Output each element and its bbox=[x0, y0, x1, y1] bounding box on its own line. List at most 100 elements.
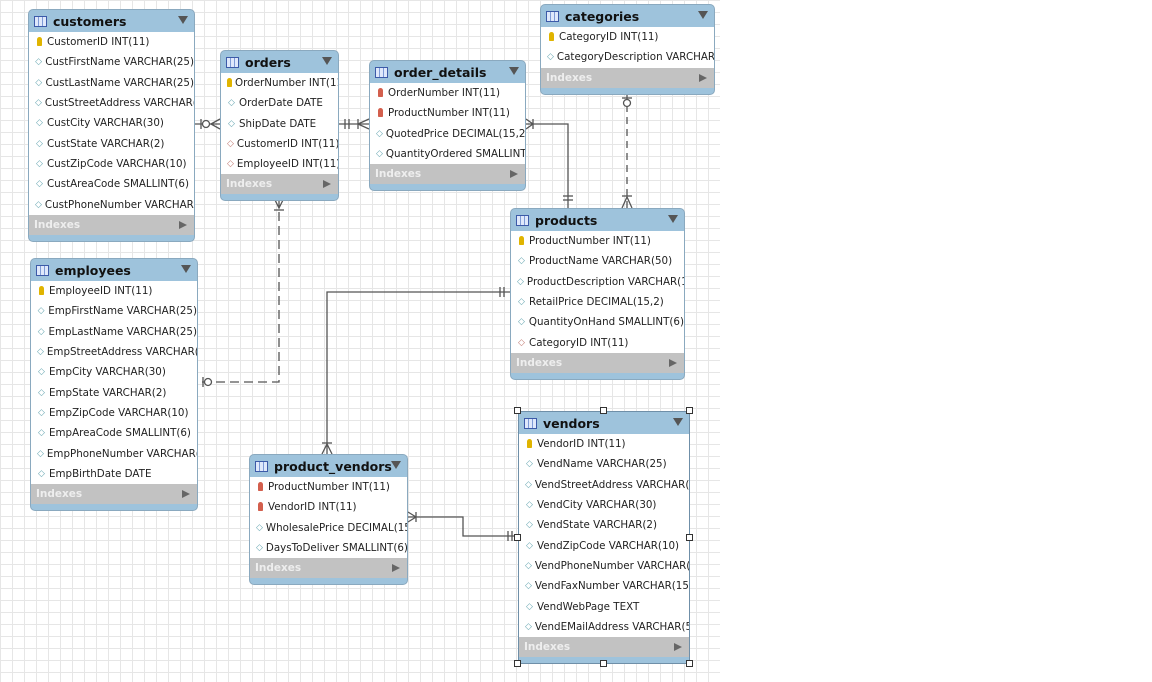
column-row[interactable]: ◇ CustCity VARCHAR(30) bbox=[29, 113, 194, 133]
collapse-arrow-icon[interactable] bbox=[178, 16, 188, 24]
relationship-order-details-products[interactable] bbox=[525, 118, 573, 208]
column-row[interactable]: ◇ EmpZipCode VARCHAR(10) bbox=[31, 403, 197, 423]
column-row[interactable]: ◇ OrderDate DATE bbox=[221, 93, 338, 113]
column-row[interactable]: ◇ CustAreaCode SMALLINT(6) bbox=[29, 174, 194, 194]
expand-arrow-icon[interactable] bbox=[674, 642, 682, 651]
indexes-section[interactable]: Indexes bbox=[31, 483, 197, 504]
column-row[interactable]: ◇ QuantityOnHand SMALLINT(6) bbox=[511, 312, 684, 332]
resize-handle[interactable] bbox=[686, 533, 693, 541]
collapse-arrow-icon[interactable] bbox=[668, 215, 678, 223]
table-header[interactable]: vendors bbox=[519, 412, 689, 434]
column-row[interactable]: ProductNumber INT(11) bbox=[511, 231, 684, 251]
column-row[interactable]: ◇ VendStreetAddress VARCHAR(50) bbox=[519, 475, 689, 495]
collapse-arrow-icon[interactable] bbox=[181, 265, 191, 273]
collapse-arrow-icon[interactable] bbox=[509, 67, 519, 75]
table-header[interactable]: categories bbox=[541, 5, 714, 27]
column-row[interactable]: ◇ EmpLastName VARCHAR(25) bbox=[31, 322, 197, 342]
table-products[interactable]: products ProductNumber INT(11) ◇ Product… bbox=[510, 208, 685, 380]
column-row[interactable]: ◇ QuotedPrice DECIMAL(15,2) bbox=[370, 124, 525, 144]
table-header[interactable]: customers bbox=[29, 10, 194, 32]
column-row[interactable]: ◇ VendEMailAddress VARCHAR(50) bbox=[519, 617, 689, 637]
column-row[interactable]: ◇ QuantityOrdered SMALLINT(6) bbox=[370, 144, 525, 164]
column-row[interactable]: ◇ EmployeeID INT(11) bbox=[221, 154, 338, 174]
column-row[interactable]: ◇ VendFaxNumber VARCHAR(15) bbox=[519, 576, 689, 596]
resize-handle[interactable] bbox=[600, 407, 607, 414]
relationship-customers-orders[interactable] bbox=[195, 118, 221, 130]
indexes-section[interactable]: Indexes bbox=[370, 164, 525, 185]
column-row[interactable]: ◇ CategoryDescription VARCHAR(75) bbox=[541, 47, 714, 67]
column-row[interactable]: ◇ CustZipCode VARCHAR(10) bbox=[29, 154, 194, 174]
column-row[interactable]: ◇ ProductName VARCHAR(50) bbox=[511, 251, 684, 271]
relationship-products-product-vendors[interactable] bbox=[321, 287, 510, 455]
indexes-section[interactable]: Indexes bbox=[541, 67, 714, 88]
column-row[interactable]: ◇ EmpPhoneNumber VARCHAR(8) bbox=[31, 443, 197, 463]
column-row[interactable]: VendorID INT(11) bbox=[250, 497, 407, 517]
relationship-employees-orders[interactable] bbox=[198, 197, 285, 387]
table-orders[interactable]: orders OrderNumber INT(11) ◇ OrderDate D… bbox=[220, 50, 339, 202]
column-row[interactable]: ◇ EmpFirstName VARCHAR(25) bbox=[31, 301, 197, 321]
column-row[interactable]: ◇ ShipDate DATE bbox=[221, 114, 338, 134]
table-header[interactable]: products bbox=[511, 209, 684, 231]
relationship-orders-order-details[interactable] bbox=[339, 118, 370, 130]
column-row[interactable]: ◇ DaysToDeliver SMALLINT(6) bbox=[250, 538, 407, 558]
column-row[interactable]: ◇ ProductDescription VARCHAR(100) bbox=[511, 272, 684, 292]
relationship-categories-products[interactable] bbox=[621, 93, 633, 209]
column-row[interactable]: OrderNumber INT(11) bbox=[370, 83, 525, 103]
column-row[interactable]: ◇ EmpCity VARCHAR(30) bbox=[31, 362, 197, 382]
column-row[interactable]: ◇ EmpStreetAddress VARCHAR(50) bbox=[31, 342, 197, 362]
column-row[interactable]: ◇ VendState VARCHAR(2) bbox=[519, 515, 689, 535]
table-categories[interactable]: categories CategoryID INT(11) ◇ Category… bbox=[540, 4, 715, 95]
column-row[interactable]: ◇ CustLastName VARCHAR(25) bbox=[29, 73, 194, 93]
column-row[interactable]: ProductNumber INT(11) bbox=[250, 477, 407, 497]
column-row[interactable]: ◇ VendPhoneNumber VARCHAR(15) bbox=[519, 556, 689, 576]
resize-handle[interactable] bbox=[514, 660, 521, 667]
column-row[interactable]: CustomerID INT(11) bbox=[29, 32, 194, 52]
table-customers[interactable]: customers CustomerID INT(11) ◇ CustFirst… bbox=[28, 9, 195, 242]
column-row[interactable]: CategoryID INT(11) bbox=[541, 27, 714, 47]
resize-handle[interactable] bbox=[600, 660, 607, 667]
collapse-arrow-icon[interactable] bbox=[391, 461, 401, 469]
expand-arrow-icon[interactable] bbox=[392, 564, 400, 573]
indexes-section[interactable]: Indexes bbox=[29, 214, 194, 235]
column-row[interactable]: ◇ CustStreetAddress VARCHAR(50) bbox=[29, 93, 194, 113]
expand-arrow-icon[interactable] bbox=[179, 220, 187, 229]
table-header[interactable]: product_vendors bbox=[250, 455, 407, 477]
table-vendors[interactable]: vendors VendorID INT(11) ◇ VendName VARC… bbox=[518, 411, 690, 664]
resize-handle[interactable] bbox=[686, 407, 693, 414]
indexes-section[interactable]: Indexes bbox=[250, 558, 407, 579]
relationship-vendors-product-vendors[interactable] bbox=[407, 511, 518, 541]
table-header[interactable]: orders bbox=[221, 51, 338, 73]
column-row[interactable]: VendorID INT(11) bbox=[519, 434, 689, 454]
column-row[interactable]: ◇ CustFirstName VARCHAR(25) bbox=[29, 52, 194, 72]
column-row[interactable]: ◇ EmpBirthDate DATE bbox=[31, 464, 197, 484]
expand-arrow-icon[interactable] bbox=[699, 73, 707, 82]
collapse-arrow-icon[interactable] bbox=[322, 57, 332, 65]
table-product-vendors[interactable]: product_vendors ProductNumber INT(11) Ve… bbox=[249, 454, 408, 586]
expand-arrow-icon[interactable] bbox=[182, 489, 190, 498]
column-row[interactable]: ◇ EmpAreaCode SMALLINT(6) bbox=[31, 423, 197, 443]
column-row[interactable]: ◇ RetailPrice DECIMAL(15,2) bbox=[511, 292, 684, 312]
indexes-section[interactable]: Indexes bbox=[519, 636, 689, 657]
resize-handle[interactable] bbox=[514, 533, 521, 541]
expand-arrow-icon[interactable] bbox=[510, 170, 518, 179]
column-row[interactable]: ◇ CustomerID INT(11) bbox=[221, 134, 338, 154]
table-header[interactable]: order_details bbox=[370, 61, 525, 83]
column-row[interactable]: ◇ CustState VARCHAR(2) bbox=[29, 133, 194, 153]
indexes-section[interactable]: Indexes bbox=[221, 174, 338, 195]
expand-arrow-icon[interactable] bbox=[323, 180, 331, 189]
column-row[interactable]: ◇ WholesalePrice DECIMAL(15,2) bbox=[250, 518, 407, 538]
column-row[interactable]: ◇ EmpState VARCHAR(2) bbox=[31, 382, 197, 402]
column-row[interactable]: EmployeeID INT(11) bbox=[31, 281, 197, 301]
table-employees[interactable]: employees EmployeeID INT(11) ◇ EmpFirstN… bbox=[30, 258, 198, 511]
collapse-arrow-icon[interactable] bbox=[698, 11, 708, 19]
column-row[interactable]: ◇ VendZipCode VARCHAR(10) bbox=[519, 535, 689, 555]
column-row[interactable]: ◇ VendName VARCHAR(25) bbox=[519, 454, 689, 474]
expand-arrow-icon[interactable] bbox=[669, 358, 677, 367]
column-row[interactable]: ◇ VendWebPage TEXT bbox=[519, 596, 689, 616]
column-row[interactable]: ◇ VendCity VARCHAR(30) bbox=[519, 495, 689, 515]
resize-handle[interactable] bbox=[686, 660, 693, 667]
table-header[interactable]: employees bbox=[31, 259, 197, 281]
indexes-section[interactable]: Indexes bbox=[511, 352, 684, 373]
column-row[interactable]: OrderNumber INT(11) bbox=[221, 73, 338, 93]
column-row[interactable]: ◇ CustPhoneNumber VARCHAR(8) bbox=[29, 194, 194, 214]
